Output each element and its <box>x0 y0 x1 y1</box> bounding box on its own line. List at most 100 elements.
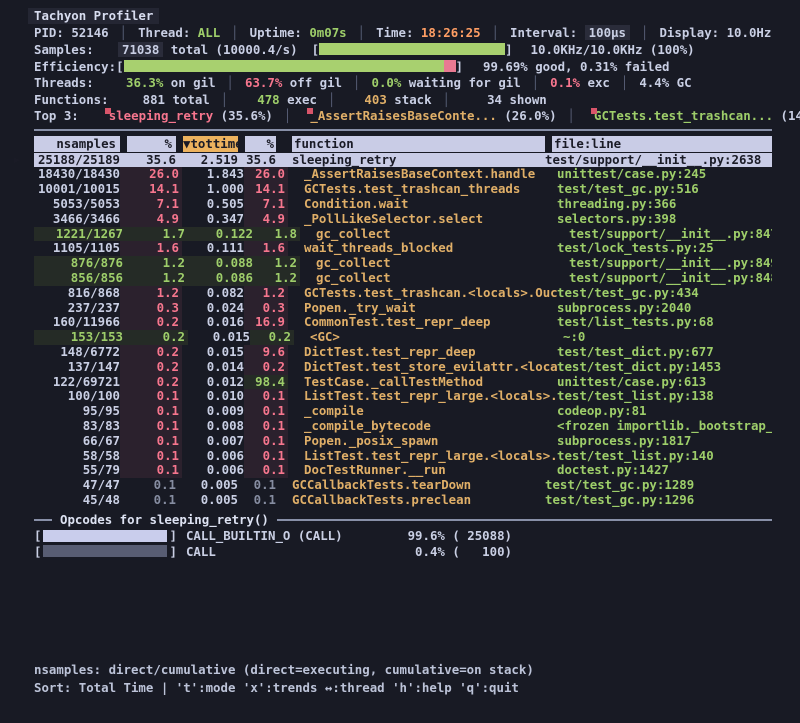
cell-tottime: 0.005 <box>176 478 238 493</box>
cell-pct-cum: 7.1 <box>244 197 288 212</box>
column-header-pct-cum[interactable]: % <box>238 136 276 152</box>
cell-pct-cum: 0.1 <box>244 389 288 404</box>
opcode-value: 99.6% ( 25088) <box>408 528 512 543</box>
table-row[interactable]: 47/470.10.0050.1GCCallbackTests.tearDown… <box>34 478 772 493</box>
samples-bar-open: [ <box>312 42 319 57</box>
column-header-function[interactable]: function <box>292 136 545 152</box>
cell-nsamples: 1221/1267 <box>34 227 126 242</box>
table-row[interactable]: 5053/50537.10.5057.1Condition.waitthread… <box>34 197 772 212</box>
cell-function: ListTest.test_repr_large.<locals>.c... <box>304 449 557 464</box>
opcode-bar <box>43 545 167 557</box>
table-row[interactable]: 137/1470.20.0140.2DictTest.test_store_ev… <box>34 360 772 375</box>
table-row[interactable]: 100/1000.10.0100.1ListTest.test_repr_lar… <box>34 389 772 404</box>
cell-tottime: 0.006 <box>182 449 244 464</box>
threads-gc-value: 4.4% <box>639 75 669 90</box>
app-title: Tachyon Profiler <box>28 8 159 24</box>
divider: │ <box>231 25 238 40</box>
cell-nsamples: 58/58 <box>34 449 120 464</box>
cell-tottime: 0.008 <box>182 419 244 434</box>
functions-stack-value: 403 <box>364 92 386 107</box>
table-row[interactable]: 856/8561.20.0861.2gc_collecttest/support… <box>34 271 772 286</box>
column-header-file-line[interactable]: file:line <box>545 136 772 152</box>
cell-file-line: test/test_gc.py:434 <box>557 286 772 301</box>
cell-pct-cum: 98.4 <box>244 375 288 390</box>
table-row[interactable]: 1105/11051.60.1111.6wait_threads_blocked… <box>34 241 772 256</box>
divider: │ <box>532 75 539 90</box>
column-header-tottime-sorted[interactable]: ▼tottime <box>176 136 238 152</box>
cell-pct-cum: 16.9 <box>244 315 288 330</box>
threads-gc-label: GC <box>677 75 692 90</box>
cell-nsamples: 160/11966 <box>34 315 120 330</box>
uptime-label: Uptime: <box>250 25 302 40</box>
table-row[interactable]: 55/790.10.0060.1DocTestRunner.__rundocte… <box>34 463 772 478</box>
table-row[interactable]: 58/580.10.0060.1ListTest.test_repr_large… <box>34 449 772 464</box>
cell-file-line: unittest/case.py:613 <box>557 375 772 390</box>
cell-pct-direct: 1.2 <box>126 256 188 271</box>
cell-nsamples: 83/83 <box>34 419 120 434</box>
table-row[interactable]: 10001/1001514.11.00014.1GCTests.test_tra… <box>34 182 772 197</box>
cell-nsamples: 66/67 <box>34 434 120 449</box>
samples-bar-close: ] <box>505 42 512 57</box>
samples-count: 71038 <box>118 42 163 57</box>
cell-nsamples: 816/868 <box>34 286 120 301</box>
cell-tottime: 0.088 <box>188 256 256 271</box>
table-row[interactable]: 1221/12671.70.1221.8gc_collecttest/suppo… <box>34 227 772 242</box>
cell-function: _PollLikeSelector.select <box>304 212 557 227</box>
table-row[interactable]: ─▶25188/2518935.62.51935.6sleeping_retry… <box>34 153 772 168</box>
selection-cursor-icon: ─▶ <box>7 153 20 168</box>
cell-pct-direct: 0.2 <box>126 330 188 345</box>
opcode-value: 0.4% ( 100) <box>408 544 512 559</box>
interval-label: Interval: <box>510 25 577 40</box>
footer-keybindings[interactable]: Sort: Total Time | 't':mode 'x':trends ↔… <box>34 679 534 697</box>
table-row[interactable]: 3466/34664.90.3474.9_PollLikeSelector.se… <box>34 212 772 227</box>
top3-line: Top 3: sleeping_retry (35.6%) │ _AssertR… <box>34 108 772 125</box>
table-row[interactable]: 45/480.10.0050.1GCCallbackTests.preclean… <box>34 493 772 508</box>
opcode-row: [ ] CALL_BUILTIN_O (CALL) 99.6% ( 25088) <box>34 528 512 544</box>
table-row[interactable]: 83/830.10.0080.1_compile_bytecode<frozen… <box>34 419 772 434</box>
cell-file-line: codeop.py:81 <box>557 404 772 419</box>
functions-shown-label: shown <box>509 92 546 107</box>
cell-function: wait_threads_blocked <box>304 241 557 256</box>
cell-tottime: 0.006 <box>182 463 244 478</box>
function-table: nsamples % ▼tottime % function file:line… <box>34 136 772 508</box>
cell-pct-direct: 0.1 <box>120 449 182 464</box>
table-row[interactable]: 66/670.10.0070.1Popen._posix_spawnsubpro… <box>34 434 772 449</box>
top1-name[interactable]: sleeping_retry <box>109 108 213 123</box>
threads-line: Threads: 36.3% on gil │ 63.7% off gil │ … <box>34 74 772 91</box>
top3-name[interactable]: GCTests.test_trashcan... <box>594 108 773 123</box>
divider: │ <box>353 75 360 90</box>
opcode-bar-close: ] <box>169 544 176 559</box>
title-line: Tachyon Profiler <box>34 8 772 25</box>
cell-file-line: test/lock_tests.py:25 <box>557 241 772 256</box>
cell-function: DictTest.test_repr_deep <box>304 345 557 360</box>
table-row[interactable]: 122/697210.20.01298.4TestCase._callTestM… <box>34 375 772 390</box>
threads-off-gil-value: 63.7% <box>245 75 282 90</box>
table-row[interactable]: 148/67720.20.0159.6DictTest.test_repr_de… <box>34 345 772 360</box>
table-row[interactable]: 237/2370.30.0240.3Popen._try_waitsubproc… <box>34 301 772 316</box>
table-row[interactable]: 95/950.10.0090.1_compilecodeop.py:81 <box>34 404 772 419</box>
cell-tottime: 0.086 <box>188 271 256 286</box>
table-row[interactable]: 160/119660.20.01616.9CommonTest.test_rep… <box>34 315 772 330</box>
table-row[interactable]: 816/8681.20.0821.2GCTests.test_trashcan.… <box>34 286 772 301</box>
time-value: 18:26:25 <box>421 25 481 40</box>
display-value: 10.0Hz <box>727 25 772 40</box>
cell-pct-direct: 0.1 <box>120 434 182 449</box>
cell-nsamples: 856/856 <box>34 271 126 286</box>
divider: │ <box>328 92 335 107</box>
samples-line: Samples: 71038 total (10000.4/s) [ ] 10.… <box>34 41 772 58</box>
column-header-pct-direct[interactable]: % <box>120 136 176 152</box>
top2-name[interactable]: _AssertRaisesBaseConte... <box>310 108 497 123</box>
cell-file-line: test/test_gc.py:1289 <box>545 478 772 493</box>
samples-rate: 10.0KHz/10.0KHz (100%) <box>531 42 695 57</box>
uptime-value: 0m07s <box>309 25 346 40</box>
threads-on-gil-value: 36.3% <box>126 75 163 90</box>
column-header-nsamples[interactable]: nsamples <box>34 136 120 152</box>
thread-value[interactable]: ALL <box>198 25 220 40</box>
cell-pct-direct: 0.2 <box>120 315 182 330</box>
threads-waiting-label: waiting for gil <box>409 75 521 90</box>
table-row[interactable]: 18430/1843026.01.84326.0_AssertRaisesBas… <box>34 167 772 182</box>
table-row[interactable]: 876/8761.20.0881.2gc_collecttest/support… <box>34 256 772 271</box>
cell-tottime: 0.007 <box>182 434 244 449</box>
table-row[interactable]: 153/1530.20.0150.2<GC>~:0 <box>34 330 772 345</box>
functions-exec-label: exec <box>287 92 317 107</box>
